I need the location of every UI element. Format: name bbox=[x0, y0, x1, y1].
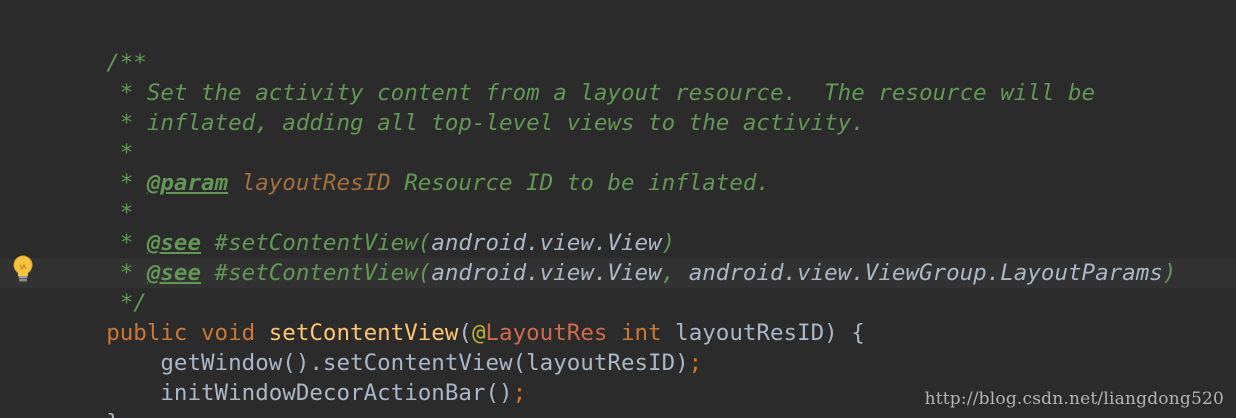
statement[interactable]: initWindowDecorActionBar() bbox=[106, 380, 512, 406]
see-comma: , bbox=[661, 260, 689, 286]
javadoc-see-tag[interactable]: @see bbox=[147, 260, 201, 286]
code-line-10[interactable]: public void setContentView(@LayoutRes in… bbox=[52, 288, 865, 346]
doc-comment-text: Resource ID to be inflated. bbox=[390, 170, 770, 196]
see-method-ref[interactable]: #setContentView( bbox=[201, 260, 432, 286]
code-line-4[interactable]: * bbox=[52, 108, 134, 166]
doc-comment-text: * inflated, adding all top-level views t… bbox=[106, 110, 865, 136]
code-line-12[interactable]: initWindowDecorActionBar(); bbox=[52, 348, 526, 406]
code-line-11[interactable]: getWindow().setContentView(layoutResID); bbox=[52, 318, 702, 376]
see-paren: ) bbox=[1162, 260, 1177, 286]
code-line-2[interactable]: * Set the activity content from a layout… bbox=[52, 48, 1095, 106]
code-line-1[interactable]: /** bbox=[52, 18, 147, 76]
closing-brace: } bbox=[106, 410, 120, 418]
editor-gutter bbox=[0, 0, 40, 418]
semicolon: ; bbox=[688, 350, 703, 376]
code-line-13[interactable]: } bbox=[52, 378, 120, 418]
code-line-7[interactable]: * @see #setContentView(android.view.View… bbox=[52, 198, 675, 256]
lightbulb-icon[interactable] bbox=[11, 254, 35, 284]
code-line-5[interactable]: * @param layoutResID Resource ID to be i… bbox=[52, 138, 770, 196]
code-line-9[interactable]: */ bbox=[52, 258, 147, 316]
javadoc-param-name[interactable]: layoutResID bbox=[242, 170, 391, 196]
code-line-3[interactable]: * inflated, adding all top-level views t… bbox=[52, 78, 865, 136]
semicolon: ; bbox=[512, 380, 527, 406]
see-type-ref[interactable]: android.view.View bbox=[431, 260, 661, 286]
see-type-ref[interactable]: android.view.ViewGroup.LayoutParams bbox=[689, 260, 1163, 286]
watermark-url: http://blog.csdn.net/liangdong520 bbox=[924, 389, 1224, 409]
code-editor[interactable]: /** * Set the activity content from a la… bbox=[0, 0, 1236, 418]
javadoc-param-tag[interactable]: @param bbox=[147, 170, 228, 196]
code-line-8[interactable]: * @see #setContentView(android.view.View… bbox=[52, 228, 1177, 286]
code-line-6[interactable]: * bbox=[52, 168, 134, 226]
doc-space bbox=[228, 170, 242, 196]
